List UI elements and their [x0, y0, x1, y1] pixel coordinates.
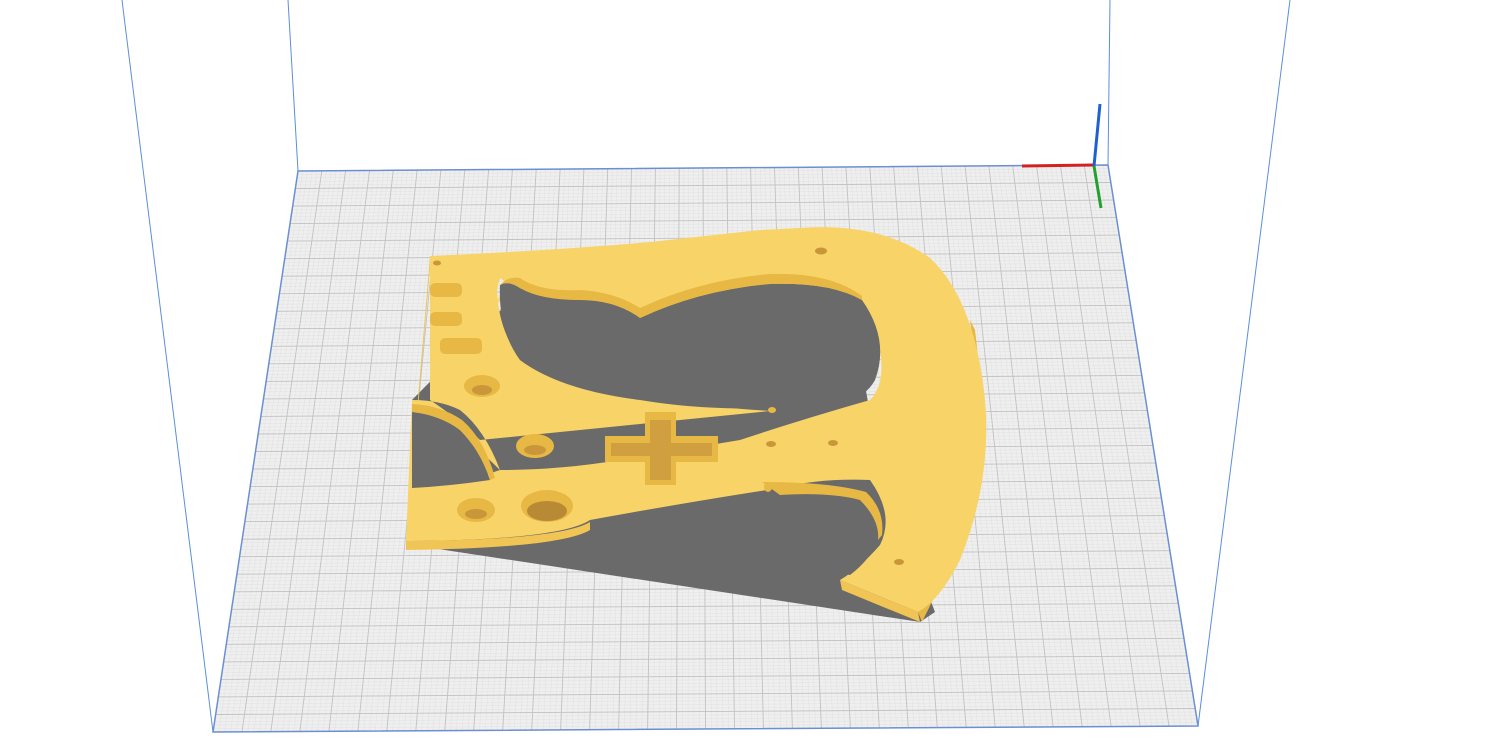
screw-hole — [828, 440, 838, 446]
edge-slot — [430, 312, 462, 326]
volume-edge-front-left — [121, 0, 214, 733]
button-hole-inner — [527, 501, 567, 521]
3d-viewport[interactable] — [0, 0, 1497, 754]
z-axis-indicator — [1092, 103, 1102, 167]
button-hole-inner — [465, 509, 487, 519]
button-hole-inner — [524, 445, 546, 455]
screw-hole — [766, 441, 776, 447]
button-hole-inner — [472, 385, 492, 395]
scene-canvas[interactable] — [0, 0, 1497, 754]
screw-hole — [768, 407, 776, 413]
screw-hole — [894, 559, 904, 565]
screw-hole — [764, 482, 772, 492]
screw-hole — [433, 260, 441, 266]
volume-edge-front-right — [1197, 0, 1291, 727]
x-axis-indicator — [1021, 163, 1095, 168]
edge-slot — [430, 283, 462, 297]
volume-edge-back-right — [1107, 0, 1111, 166]
screw-hole — [815, 247, 827, 255]
volume-edge-back-left — [287, 0, 299, 172]
edge-slot — [440, 338, 482, 354]
